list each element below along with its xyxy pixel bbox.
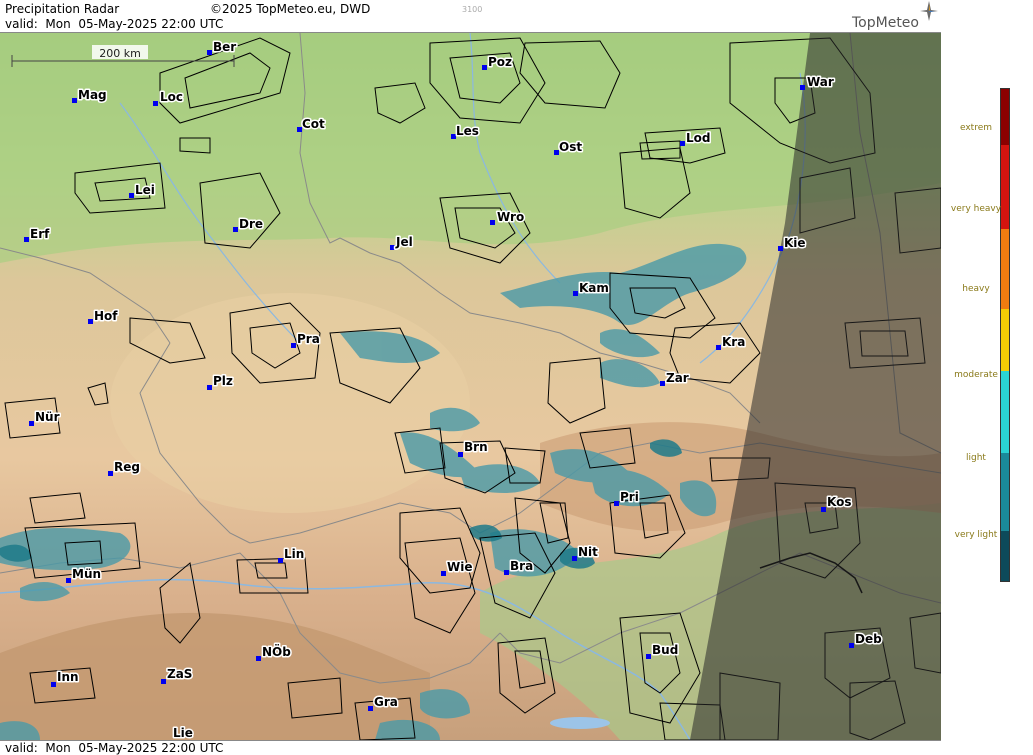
city-label-dre: Dre: [239, 217, 263, 231]
city-marker[interactable]: Cot: [297, 116, 327, 133]
city-label-pra: Pra: [297, 332, 320, 346]
city-label-lod: Lod: [686, 131, 710, 145]
city-label-les: Les: [456, 124, 479, 138]
city-label-kra: Kra: [722, 335, 745, 349]
footer-valid-time: valid: Mon 05-May-2025 22:00 UTC: [5, 741, 224, 755]
map-header: Precipitation Radar ©2025 TopMeteo.eu, D…: [0, 0, 941, 33]
legend-seg-very-light: [1001, 453, 1009, 531]
city-label-kos: Kos: [827, 495, 851, 509]
legend-seg-very-heavy: [1001, 145, 1009, 229]
city-label-poz: Poz: [488, 55, 512, 69]
city-label-zas: ZaS: [167, 667, 192, 681]
city-label-nob: NÖb: [262, 644, 291, 659]
city-label-hof: Hof: [94, 309, 118, 323]
city-label-lin: Lin: [284, 547, 304, 561]
city-marker[interactable]: Mün: [66, 566, 103, 583]
legend-label-light: light: [966, 453, 986, 463]
city-label-ost: Ost: [559, 140, 582, 154]
city-label-kam: Kam: [579, 281, 609, 295]
radar-map[interactable]: 200 km Ber Poz War Mag Loc Cot Les Ost L…: [0, 33, 942, 740]
logo-text: TopMeteo: [852, 15, 919, 31]
city-label-bra: Bra: [510, 559, 533, 573]
city-label-kie: Kie: [784, 236, 806, 250]
legend-label-very-heavy: very heavy: [950, 204, 1002, 214]
city-label-deb: Deb: [855, 632, 882, 646]
city-label-zar: Zar: [666, 371, 689, 385]
city-label-plz: Plz: [213, 374, 233, 388]
copyright-text: ©2025 TopMeteo.eu, DWD: [210, 2, 371, 16]
city-marker[interactable]: Kam: [573, 280, 610, 297]
legend-seg-moderate: [1001, 309, 1009, 371]
precipitation-legend: extrem very heavy heavy moderate light v…: [941, 0, 1033, 754]
legend-label-moderate: moderate: [954, 370, 998, 380]
product-code: 3100: [462, 5, 483, 14]
map-footer: valid: Mon 05-May-2025 22:00 UTC: [0, 740, 941, 755]
city-marker[interactable]: Les: [451, 123, 480, 140]
city-label-brn: Brn: [464, 440, 488, 454]
city-label-gra: Gra: [374, 695, 398, 709]
city-label-jel: Jel: [395, 235, 413, 249]
legend-label-heavy: heavy: [962, 284, 990, 294]
city-marker[interactable]: NÖb: [256, 643, 293, 661]
city-label-inn: Inn: [57, 670, 79, 684]
city-label-nur: Nür: [35, 410, 60, 424]
valid-time: valid: Mon 05-May-2025 22:00 UTC: [5, 17, 224, 31]
legend-seg-extrem: [1001, 89, 1009, 145]
city-marker[interactable]: Ost: [554, 139, 584, 156]
city-label-erf: Erf: [30, 227, 50, 241]
bohemian-basin: [110, 293, 470, 513]
city-label-lei: Lei: [135, 183, 155, 197]
city-label-ber: Ber: [213, 40, 236, 54]
legend-label-extrem: extrem: [959, 123, 993, 133]
city-label-lie: Lie: [173, 726, 193, 740]
legend-seg-heavy: [1001, 229, 1009, 309]
topmeteo-logo: TopMeteo: [831, 0, 941, 32]
city-label-pri: Pri: [620, 490, 639, 504]
lake-balaton: [550, 717, 610, 729]
city-label-mun: Mün: [72, 567, 101, 581]
city-label-bud: Bud: [652, 643, 678, 657]
city-label-reg: Reg: [114, 460, 140, 474]
city-label-nit: Nit: [578, 545, 598, 559]
city-label-loc: Loc: [160, 90, 183, 104]
product-title: Precipitation Radar: [5, 2, 120, 16]
city-marker[interactable]: Lie: [172, 725, 195, 741]
city-label-mag: Mag: [78, 88, 107, 102]
city-label-war: War: [807, 75, 834, 89]
legend-seg-light: [1001, 371, 1009, 453]
city-label-cot: Cot: [302, 117, 325, 131]
compass-star-icon: [920, 1, 938, 21]
city-label-wie: Wie: [447, 560, 473, 574]
legend-label-very-light: very light: [954, 530, 998, 540]
city-label-wro: Wro: [497, 210, 524, 224]
legend-color-bar: [1000, 88, 1010, 582]
city-marker[interactable]: Mag: [72, 87, 108, 104]
scale-label: 200 km: [99, 47, 141, 60]
